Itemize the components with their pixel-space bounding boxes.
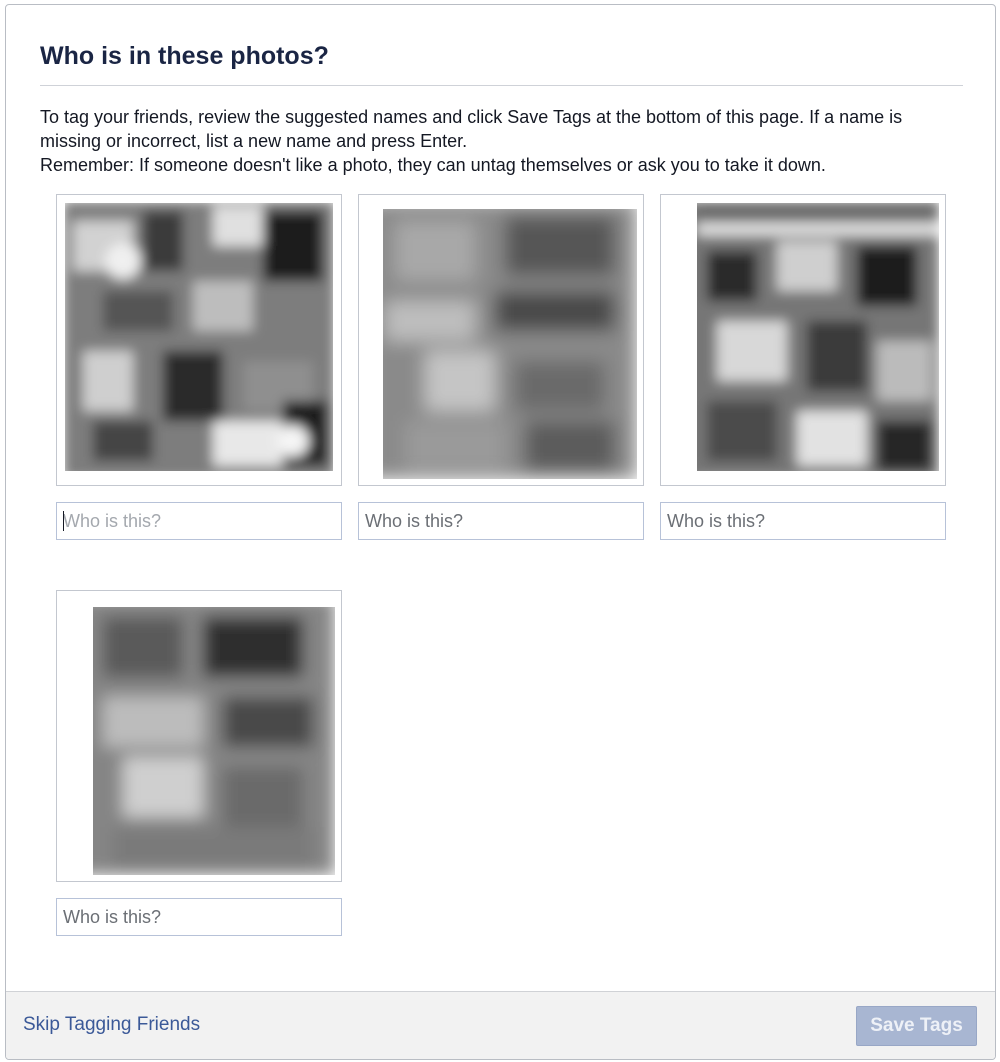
photo-thumbnail-2 — [358, 194, 644, 486]
text-cursor — [63, 511, 64, 531]
blurred-face-image — [63, 201, 335, 479]
blurred-face-image — [365, 201, 637, 479]
blurred-face-image — [667, 201, 939, 479]
dialog-title: Who is in these photos? — [40, 42, 329, 70]
title-divider — [40, 85, 963, 86]
dialog-footer: Skip Tagging Friends Save Tags — [6, 991, 995, 1059]
photo-thumbnail-1 — [56, 194, 342, 486]
tag-photos-dialog: Who is in these photos? To tag your frie… — [5, 4, 996, 1060]
photo-tile-3 — [660, 194, 946, 540]
instructions: To tag your friends, review the suggeste… — [40, 105, 940, 177]
who-is-this-input-2[interactable] — [358, 502, 644, 540]
who-is-this-input-4[interactable] — [56, 898, 342, 936]
photo-tile-1 — [56, 194, 342, 540]
who-is-this-input-1[interactable] — [56, 502, 342, 540]
who-is-this-input-3[interactable] — [660, 502, 946, 540]
instructions-reminder: Remember: If someone doesn't like a phot… — [40, 155, 826, 175]
photo-thumbnail-3 — [660, 194, 946, 486]
instructions-text: To tag your friends, review the suggeste… — [40, 107, 903, 151]
skip-tagging-link[interactable]: Skip Tagging Friends — [23, 1014, 200, 1036]
photo-thumbnail-4 — [56, 590, 342, 882]
save-tags-button[interactable]: Save Tags — [856, 1006, 977, 1046]
blurred-face-image — [63, 597, 335, 875]
photo-tile-2 — [358, 194, 644, 540]
photo-tile-4 — [56, 590, 342, 936]
